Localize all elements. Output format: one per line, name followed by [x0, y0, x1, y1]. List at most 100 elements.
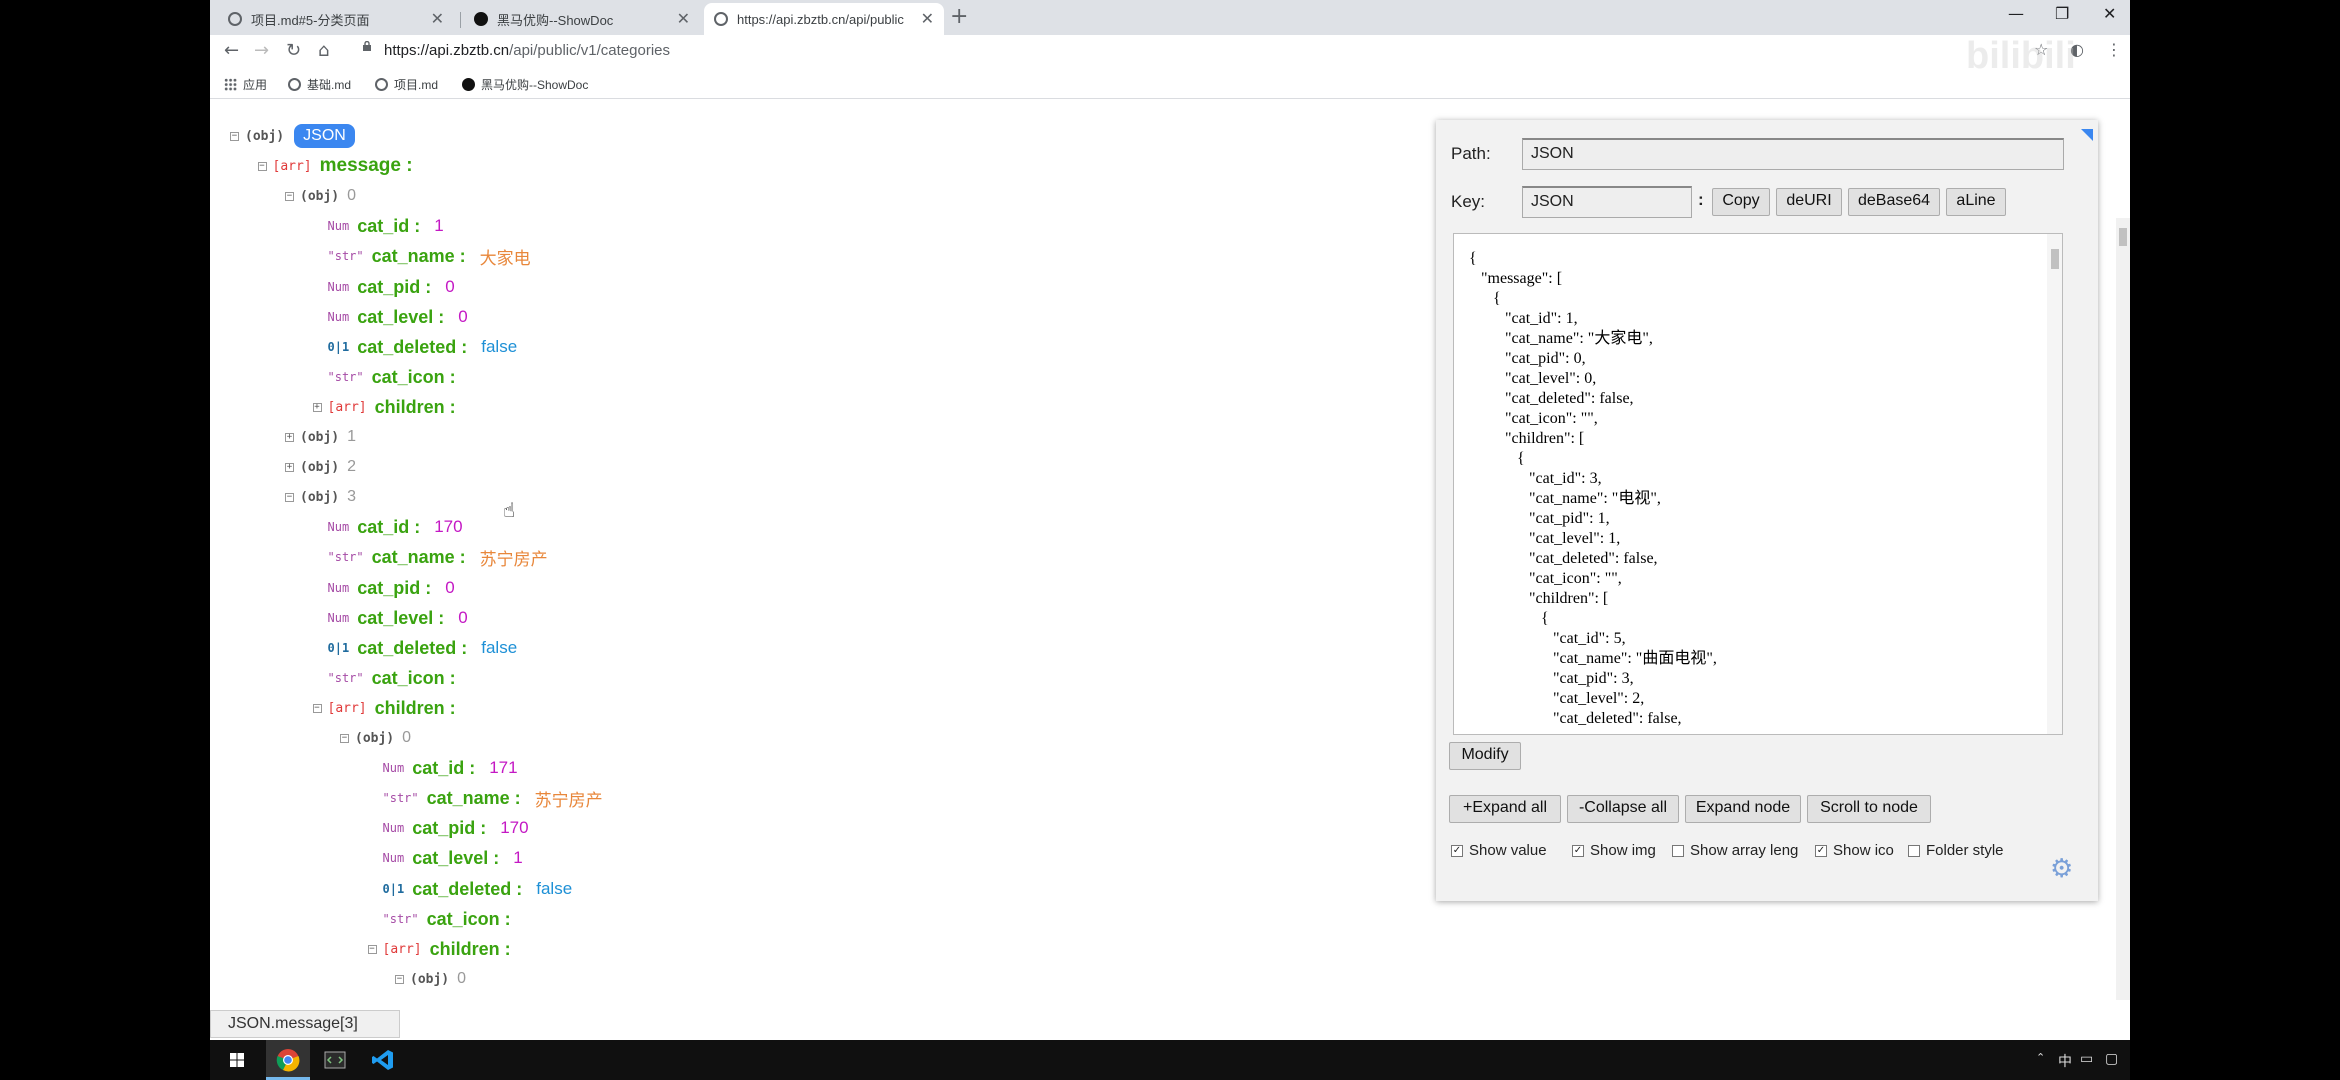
tree-object-node[interactable]: + (obj) 1	[285, 425, 356, 449]
tree-key[interactable]: cat_level :	[357, 608, 444, 629]
tree-value[interactable]: 170	[434, 517, 462, 537]
copy-button[interactable]: Copy	[1712, 188, 1770, 216]
tree-object-node[interactable]: − (obj) 0	[285, 184, 356, 208]
tree-value[interactable]: false	[481, 638, 517, 658]
collapse-toggle[interactable]: −	[312, 703, 322, 713]
checkbox[interactable]: ✓	[1451, 844, 1463, 857]
tree-leaf-node[interactable]: Num cat_pid : 0	[313, 275, 455, 299]
windows-start-icon[interactable]	[224, 1047, 250, 1073]
chrome-icon[interactable]	[275, 1047, 301, 1073]
collapse-toggle[interactable]: −	[395, 974, 404, 984]
tree-value[interactable]: false	[536, 879, 572, 899]
tree-value[interactable]: 0	[458, 307, 467, 327]
tree-value[interactable]: 苏宁房产	[480, 545, 548, 570]
tree-root[interactable]: − (obj) JSON	[230, 124, 355, 148]
aline-button[interactable]: aLine	[1946, 188, 2006, 216]
tree-leaf-node[interactable]: Num cat_id : 171	[368, 756, 518, 780]
option-folder-style[interactable]: Folder style	[1908, 842, 2004, 859]
close-tab-icon[interactable]: ✕	[431, 9, 444, 29]
bookmark-basics[interactable]: 基础.md	[288, 76, 351, 93]
tab-api-active[interactable]: https://api.zbztb.cn/api/public ✕	[704, 3, 944, 35]
menu-icon[interactable]: ⋮	[2106, 40, 2122, 59]
bookmark-showdoc[interactable]: 黑马优购--ShowDoc	[462, 76, 588, 93]
tree-key[interactable]: cat_deleted :	[357, 337, 467, 358]
close-tab-icon[interactable]: ✕	[921, 9, 934, 29]
collapse-toggle[interactable]: −	[367, 944, 377, 954]
key-field[interactable]: JSON	[1522, 186, 1692, 218]
page-scrollbar[interactable]	[2116, 218, 2130, 1000]
network-icon[interactable]: ▭	[2080, 1051, 2093, 1067]
code-scrollbar-thumb[interactable]	[2051, 249, 2059, 269]
option-show-img[interactable]: ✓ Show img	[1572, 842, 1656, 859]
deuri-button[interactable]: deURI	[1776, 188, 1842, 216]
tree-key[interactable]: cat_name :	[427, 788, 521, 809]
tree-object-node[interactable]: − (obj) 3	[285, 485, 356, 509]
tree-leaf-node[interactable]: "str" cat_name : 苏宁房产	[368, 786, 603, 810]
tree-key[interactable]: cat_icon :	[427, 909, 511, 930]
root-json-badge[interactable]: JSON	[294, 124, 355, 148]
expand-toggle[interactable]: +	[285, 462, 294, 472]
minimize-button[interactable]: —	[2008, 4, 2024, 23]
tree-value[interactable]: 1	[513, 848, 522, 868]
tree-leaf-node[interactable]: Num cat_id : 170	[313, 515, 463, 539]
expand-toggle[interactable]: +	[285, 432, 294, 442]
tree-key[interactable]: cat_level :	[412, 848, 499, 869]
tree-leaf-node[interactable]: Num cat_id : 1	[313, 214, 444, 238]
tree-key[interactable]: cat_deleted :	[412, 879, 522, 900]
close-tab-icon[interactable]: ✕	[677, 9, 690, 29]
vscode-icon[interactable]	[370, 1047, 396, 1073]
tree-value[interactable]: 1	[434, 216, 443, 236]
tree-leaf-node[interactable]: Num cat_pid : 0	[313, 576, 455, 600]
tree-leaf-node[interactable]: "str" cat_name : 苏宁房产	[313, 545, 548, 569]
tree-key[interactable]: cat_icon :	[372, 668, 456, 689]
tree-object-node[interactable]: − (obj) 0	[395, 967, 466, 991]
tree-value[interactable]: 171	[489, 758, 517, 778]
tree-value[interactable]: 170	[500, 818, 528, 838]
tree-leaf-node[interactable]: Num cat_pid : 170	[368, 816, 529, 840]
tree-array-node[interactable]: − [arr] children :	[312, 696, 470, 720]
tree-leaf-node[interactable]: 0|1 cat_deleted : false	[313, 636, 518, 660]
tree-leaf-node[interactable]: "str" cat_icon :	[313, 666, 470, 690]
modify-button[interactable]: Modify	[1449, 742, 1521, 770]
collapse-toggle[interactable]: −	[285, 492, 294, 502]
tree-leaf-node[interactable]: Num cat_level : 1	[368, 846, 523, 870]
home-icon[interactable]: ⌂	[318, 40, 329, 61]
expand-all-button[interactable]: +Expand all	[1449, 795, 1561, 823]
debase64-button[interactable]: deBase64	[1848, 188, 1940, 216]
tree-value[interactable]: false	[481, 337, 517, 357]
tree-key[interactable]: children :	[375, 397, 456, 418]
tree-array-node[interactable]: − [arr] children :	[367, 937, 525, 961]
option-show-ico[interactable]: ✓ Show ico	[1815, 842, 1894, 859]
tree-key[interactable]: cat_id :	[357, 517, 420, 538]
forward-arrow-icon[interactable]: →	[254, 40, 269, 61]
tree-leaf-node[interactable]: Num cat_level : 0	[313, 606, 468, 630]
bookmark-project[interactable]: 项目.md	[375, 76, 438, 93]
checkbox[interactable]: ✓	[1572, 844, 1584, 857]
tree-key[interactable]: children :	[430, 939, 511, 960]
tree-value[interactable]: 0	[445, 277, 454, 297]
tree-key[interactable]: children :	[375, 698, 456, 719]
checkbox[interactable]: ✓	[1815, 844, 1827, 857]
new-tab-button[interactable]: +	[950, 4, 968, 29]
back-arrow-icon[interactable]: ←	[224, 40, 239, 61]
checkbox[interactable]	[1908, 844, 1920, 857]
scrollbar-thumb[interactable]	[2119, 228, 2127, 246]
option-show-array-length[interactable]: Show array leng	[1672, 842, 1798, 859]
tree-leaf-node[interactable]: "str" cat_name : 大家电	[313, 244, 531, 268]
collapse-toggle[interactable]: −	[230, 131, 239, 141]
tree-key[interactable]: cat_pid :	[357, 578, 431, 599]
tree-key[interactable]: cat_pid :	[412, 818, 486, 839]
code-scrollbar[interactable]	[2047, 234, 2062, 734]
reload-icon[interactable]: ↻	[286, 40, 301, 61]
tree-key[interactable]: cat_deleted :	[357, 638, 467, 659]
path-field[interactable]: JSON	[1522, 138, 2064, 170]
code-editor-icon[interactable]	[322, 1047, 348, 1073]
tree-value[interactable]: 0	[445, 578, 454, 598]
tree-key[interactable]: message :	[320, 155, 413, 177]
maximize-button[interactable]: ❐	[2055, 4, 2069, 23]
tree-key[interactable]: cat_id :	[357, 216, 420, 237]
tree-array-node[interactable]: + [arr] children :	[312, 395, 470, 419]
address-bar[interactable]: https://api.zbztb.cn/api/public/v1/categ…	[384, 42, 670, 59]
tab-showdoc[interactable]: 黑马优购--ShowDoc ✕	[464, 3, 700, 35]
tree-value[interactable]: 0	[458, 608, 467, 628]
